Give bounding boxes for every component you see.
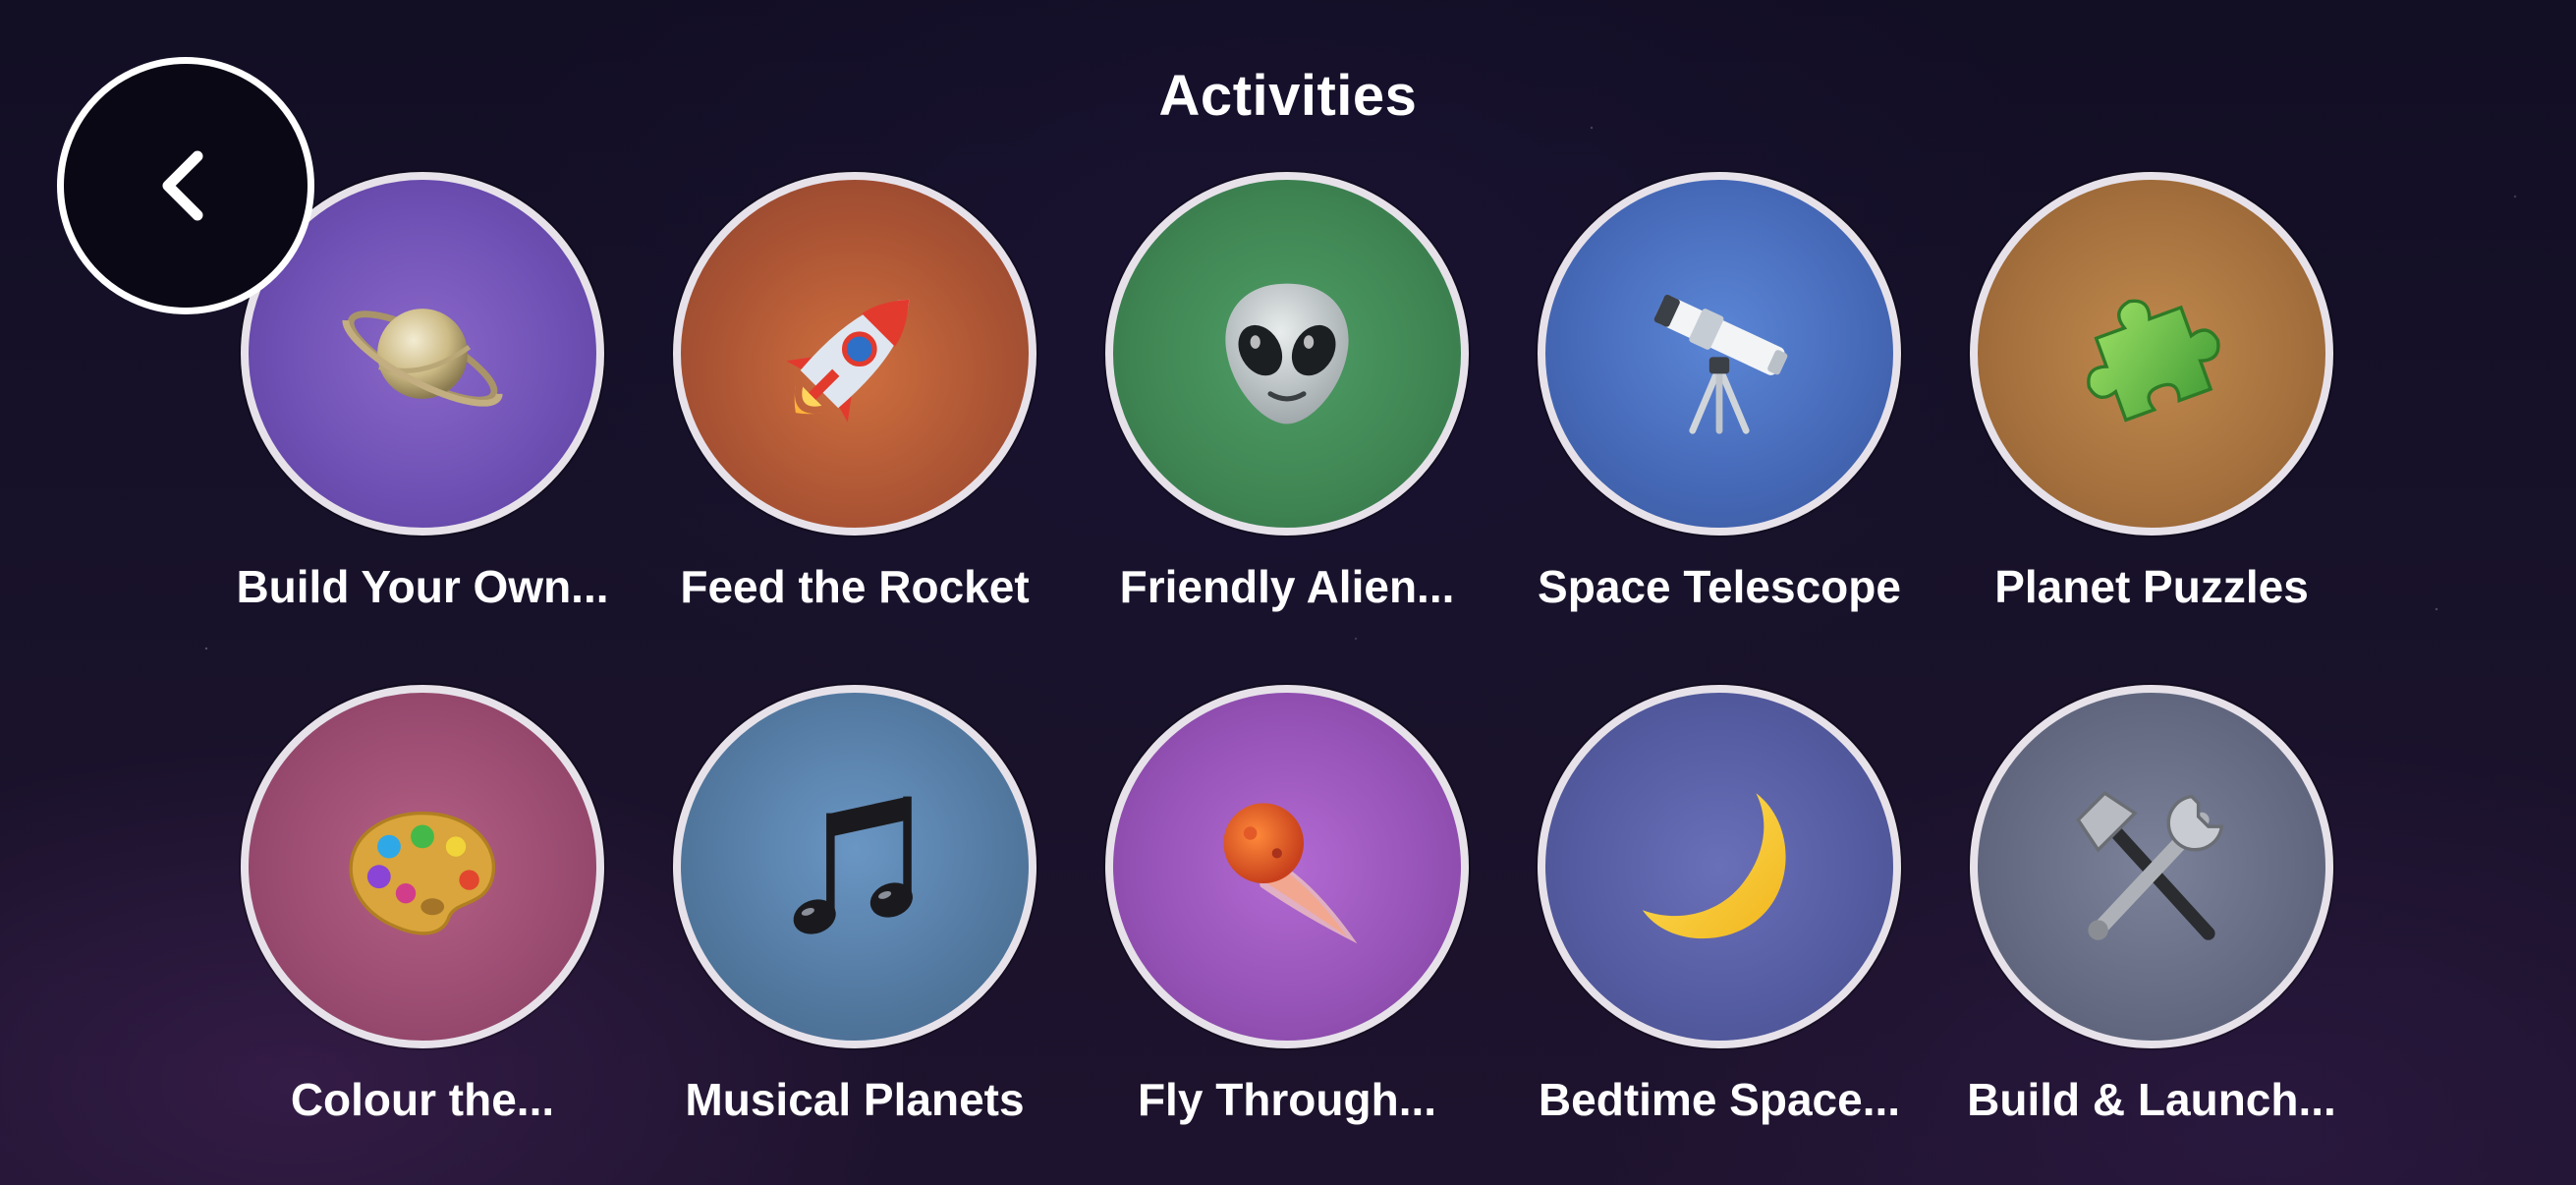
activity-circle[interactable] — [1538, 685, 1901, 1048]
activity-build-and-launch[interactable]: Build & Launch... — [1955, 685, 2348, 1157]
activity-label: Musical Planets — [685, 1074, 1025, 1125]
activity-label: Colour the... — [290, 1074, 555, 1125]
activity-circle[interactable] — [673, 685, 1036, 1048]
art-palette-icon — [349, 811, 496, 935]
activity-circle[interactable] — [673, 172, 1036, 536]
hammer-wrench-icon — [2076, 791, 2224, 940]
activity-bedtime-space[interactable]: Bedtime Space... — [1523, 685, 1916, 1157]
activity-label: Planet Puzzles — [1994, 561, 2309, 612]
comet-icon — [1223, 803, 1358, 944]
puzzle-piece-icon — [2087, 299, 2220, 423]
crescent-moon-icon — [1642, 793, 1786, 939]
activity-fly-through[interactable]: Fly Through... — [1091, 685, 1484, 1157]
activity-circle[interactable] — [1970, 685, 2333, 1048]
activity-label: Build & Launch... — [1967, 1074, 2336, 1125]
telescope-icon — [1653, 294, 1788, 434]
activity-friendly-alien[interactable]: Friendly Alien... — [1091, 172, 1484, 644]
activity-circle[interactable] — [1105, 172, 1469, 536]
activity-space-telescope[interactable]: Space Telescope — [1523, 172, 1916, 644]
activity-label: Friendly Alien... — [1119, 561, 1455, 612]
ringed-planet-icon — [342, 309, 503, 407]
back-button[interactable] — [57, 57, 314, 314]
activity-planet-puzzles[interactable]: Planet Puzzles — [1955, 172, 2348, 644]
activity-musical-planets[interactable]: Musical Planets — [658, 685, 1051, 1157]
page-title: Activities — [1158, 64, 1418, 128]
alien-icon — [1225, 283, 1349, 424]
activity-circle[interactable] — [1970, 172, 2333, 536]
music-notes-icon — [793, 796, 913, 934]
activity-feed-the-rocket[interactable]: Feed the Rocket — [658, 172, 1051, 644]
chevron-left-icon — [162, 150, 203, 221]
activity-colour-the[interactable]: Colour the... — [226, 685, 619, 1157]
activity-label: Feed the Rocket — [680, 561, 1030, 612]
activity-circle[interactable] — [1105, 685, 1469, 1048]
activity-label: Space Telescope — [1538, 561, 1901, 612]
activity-circle[interactable] — [1538, 172, 1901, 536]
activity-label: Build Your Own... — [236, 561, 609, 612]
activity-label: Fly Through... — [1137, 1074, 1437, 1125]
activity-label: Bedtime Space... — [1538, 1074, 1901, 1125]
activity-circle[interactable] — [241, 685, 604, 1048]
rocket-icon — [786, 299, 910, 423]
